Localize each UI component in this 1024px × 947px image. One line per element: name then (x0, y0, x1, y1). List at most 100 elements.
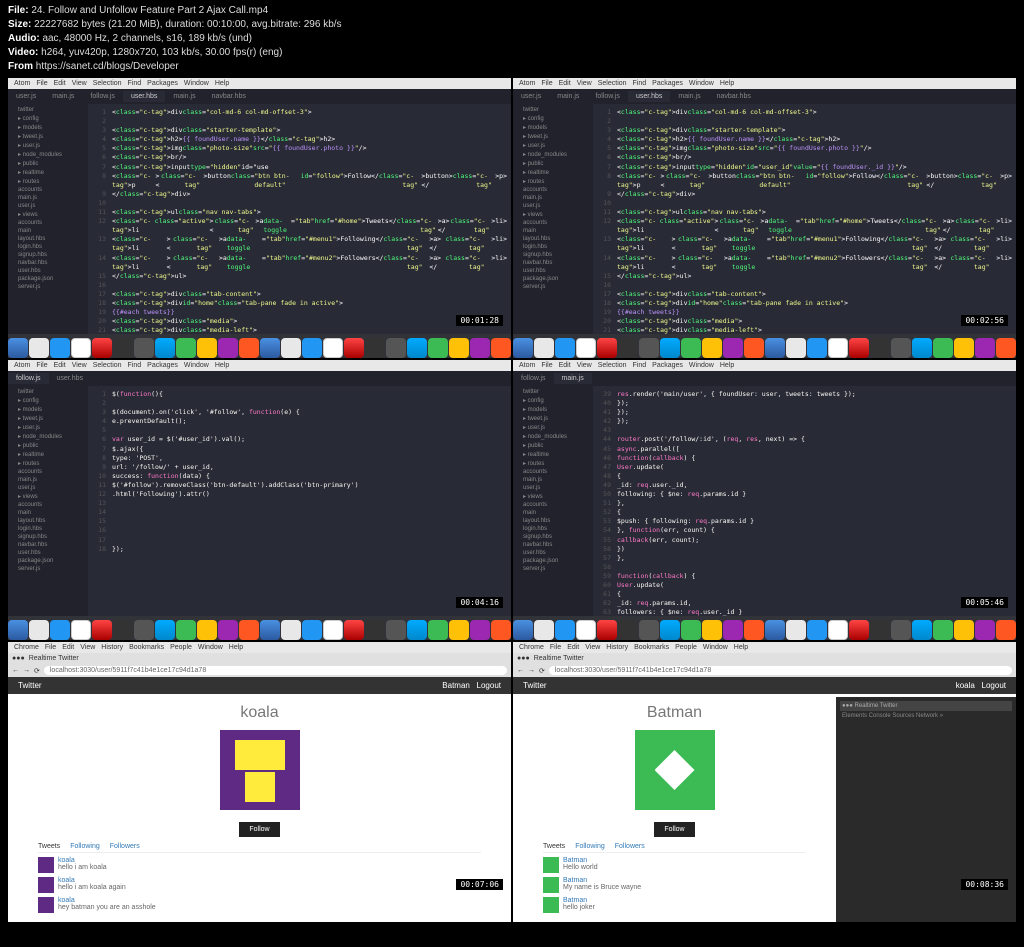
reload-icon[interactable]: ⟳ (539, 667, 545, 675)
dock-app-icon[interactable] (470, 620, 490, 640)
dock-app-icon[interactable] (681, 338, 701, 358)
dock-app-icon[interactable] (660, 338, 680, 358)
code-editor[interactable]: 1<class="c-tag">div class="col-md-6 col-… (593, 104, 1016, 334)
atom-menubar[interactable]: AtomFileEditViewSelectionFindPackagesWin… (513, 360, 1016, 371)
dock-app-icon[interactable] (155, 620, 175, 640)
dock-app-icon[interactable] (912, 338, 932, 358)
dock-app-icon[interactable] (849, 338, 869, 358)
dock-app-icon[interactable] (71, 620, 91, 640)
dock-app-icon[interactable] (92, 338, 112, 358)
file-tree[interactable]: twitter▸ config▸ models▸ tweet.js▸ user.… (513, 104, 593, 334)
dock-app-icon[interactable] (744, 338, 764, 358)
back-icon[interactable]: ← (12, 667, 19, 674)
url-input[interactable]: localhost:3030/user/5911f7c41b4e1ce17c94… (44, 666, 507, 675)
dock-app-icon[interactable] (597, 620, 617, 640)
follow-button[interactable]: Follow (239, 822, 279, 837)
chrome-menubar[interactable]: ChromeFileEditViewHistoryBookmarksPeople… (513, 642, 1016, 653)
editor-tabs[interactable]: user.jsmain.jsfollow.jsuser.hbsmain.jsna… (513, 89, 1016, 104)
site-navbar[interactable]: Twitterkoala Logout (513, 677, 1016, 694)
dock-app-icon[interactable] (176, 338, 196, 358)
dock-app-icon[interactable] (449, 338, 469, 358)
atom-menubar[interactable]: AtomFileEditViewSelectionFindPackagesWin… (513, 78, 1016, 89)
dock-app-icon[interactable] (723, 338, 743, 358)
dock-app-icon[interactable] (71, 338, 91, 358)
dock-app-icon[interactable] (996, 338, 1016, 358)
editor-tabs[interactable]: follow.jsuser.hbs (8, 371, 511, 386)
chrome-menubar[interactable]: ChromeFileEditViewHistoryBookmarksPeople… (8, 642, 511, 653)
dock-app-icon[interactable] (849, 620, 869, 640)
url-input[interactable]: localhost:3030/user/5911f7c41b4e1ce17c94… (549, 666, 1012, 675)
dock-app-icon[interactable] (50, 620, 70, 640)
tweet-item[interactable]: Batmanhello joker (543, 897, 806, 913)
dock-app-icon[interactable] (807, 620, 827, 640)
dock-app-icon[interactable] (765, 620, 785, 640)
dock-app-icon[interactable] (828, 338, 848, 358)
dock-app-icon[interactable] (50, 338, 70, 358)
browser-tab-bar[interactable]: ●●●Realtime Twitter (8, 653, 511, 664)
profile-tabs[interactable]: TweetsFollowingFollowers (38, 843, 481, 853)
dock-app-icon[interactable] (365, 620, 385, 640)
dock-app-icon[interactable] (975, 338, 995, 358)
dock-app-icon[interactable] (660, 620, 680, 640)
browser-tab-bar[interactable]: ●●●Realtime Twitter (513, 653, 1016, 664)
tweet-item[interactable]: BatmanMy name is Bruce wayne (543, 877, 806, 893)
dock-app-icon[interactable] (92, 620, 112, 640)
dock-app-icon[interactable] (281, 338, 301, 358)
dock-app-icon[interactable] (260, 620, 280, 640)
dock-app-icon[interactable] (218, 620, 238, 640)
dock-app-icon[interactable] (281, 620, 301, 640)
tweet-item[interactable]: koalahello i am koala again (38, 877, 481, 893)
dock-app-icon[interactable] (891, 338, 911, 358)
macos-dock[interactable] (8, 616, 511, 640)
dock-app-icon[interactable] (155, 338, 175, 358)
dock-app-icon[interactable] (765, 338, 785, 358)
dock-app-icon[interactable] (365, 338, 385, 358)
code-editor[interactable]: 1$(function(){23 $(document).on('click',… (88, 386, 511, 616)
dock-app-icon[interactable] (302, 620, 322, 640)
dock-app-icon[interactable] (344, 620, 364, 640)
dock-app-icon[interactable] (786, 338, 806, 358)
follow-button[interactable]: Follow (654, 822, 694, 837)
dock-app-icon[interactable] (239, 338, 259, 358)
file-tree[interactable]: twitter▸ config▸ models▸ tweet.js▸ user.… (8, 386, 88, 616)
dock-app-icon[interactable] (618, 338, 638, 358)
address-bar[interactable]: ←→⟳localhost:3030/user/5911f7c41b4e1ce17… (513, 664, 1016, 677)
dock-app-icon[interactable] (513, 620, 533, 640)
dock-app-icon[interactable] (134, 338, 154, 358)
dock-app-icon[interactable] (239, 620, 259, 640)
dock-app-icon[interactable] (975, 620, 995, 640)
dock-app-icon[interactable] (933, 338, 953, 358)
dock-app-icon[interactable] (954, 338, 974, 358)
editor-tabs[interactable]: follow.jsmain.js (513, 371, 1016, 386)
dock-app-icon[interactable] (681, 620, 701, 640)
file-tree[interactable]: twitter▸ config▸ models▸ tweet.js▸ user.… (8, 104, 88, 334)
dock-app-icon[interactable] (344, 338, 364, 358)
dock-app-icon[interactable] (786, 620, 806, 640)
atom-menubar[interactable]: AtomFileEditViewSelectionFindPackagesWin… (8, 78, 511, 89)
dock-app-icon[interactable] (197, 620, 217, 640)
macos-dock[interactable] (8, 334, 511, 358)
dock-app-icon[interactable] (870, 338, 890, 358)
macos-dock[interactable] (513, 616, 1016, 640)
dock-app-icon[interactable] (29, 338, 49, 358)
editor-tabs[interactable]: user.jsmain.jsfollow.jsuser.hbsmain.jsna… (8, 89, 511, 104)
dock-app-icon[interactable] (8, 338, 28, 358)
dock-app-icon[interactable] (8, 620, 28, 640)
dock-app-icon[interactable] (428, 620, 448, 640)
code-editor[interactable]: 39 res.render('main/user', { foundUser: … (593, 386, 1016, 616)
tweet-item[interactable]: koalahey batman you are an asshole (38, 897, 481, 913)
dock-app-icon[interactable] (449, 620, 469, 640)
dock-app-icon[interactable] (744, 620, 764, 640)
dock-app-icon[interactable] (407, 620, 427, 640)
file-tree[interactable]: twitter▸ config▸ models▸ tweet.js▸ user.… (513, 386, 593, 616)
dock-app-icon[interactable] (470, 338, 490, 358)
dock-app-icon[interactable] (702, 338, 722, 358)
dock-app-icon[interactable] (513, 338, 533, 358)
dock-app-icon[interactable] (912, 620, 932, 640)
dock-app-icon[interactable] (386, 620, 406, 640)
address-bar[interactable]: ←→⟳localhost:3030/user/5911f7c41b4e1ce17… (8, 664, 511, 677)
dock-app-icon[interactable] (176, 620, 196, 640)
back-icon[interactable]: ← (517, 667, 524, 674)
dock-app-icon[interactable] (891, 620, 911, 640)
dock-app-icon[interactable] (639, 620, 659, 640)
